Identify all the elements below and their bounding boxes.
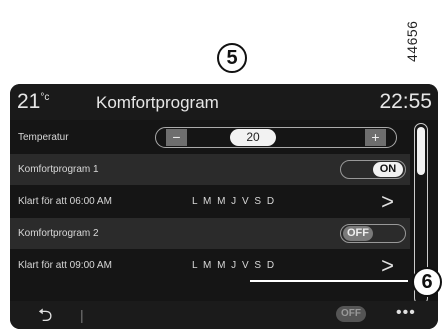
weekdays-2: L M M J V S D: [192, 260, 276, 271]
decrease-button[interactable]: −: [166, 129, 187, 146]
chevron-right-icon[interactable]: >: [381, 189, 394, 215]
ready-time-1-row[interactable]: Klart för att 06:00 AM L M M J V S D >: [10, 186, 410, 217]
toggle-knob: ON: [373, 162, 403, 177]
chevron-right-icon[interactable]: >: [381, 253, 394, 279]
temperature-label: Temperatur: [18, 132, 69, 143]
callout-days: 6: [412, 267, 442, 297]
page-title: Komfortprogram: [96, 93, 219, 112]
scrollbar-thumb[interactable]: [417, 127, 425, 175]
bottom-toggle[interactable]: OFF: [336, 306, 366, 322]
comfort-program-1-row[interactable]: Komfortprogram 1 ON: [10, 154, 410, 185]
clock: 22:55: [379, 90, 432, 113]
comfort-program-2-row[interactable]: Komfortprogram 2 OFF: [10, 218, 410, 249]
outside-temperature-value: 21: [17, 90, 41, 113]
toggle-knob: OFF: [343, 226, 373, 241]
back-icon[interactable]: ⮌: [38, 303, 52, 329]
more-options-icon[interactable]: •••: [396, 304, 416, 322]
temperature-stepper[interactable]: − 20 +: [155, 127, 397, 148]
header-bar: 21°c Komfortprogram 22:55: [10, 84, 438, 120]
increase-button[interactable]: +: [365, 129, 386, 146]
comfort-program-screen: 21°c Komfortprogram 22:55 Temperatur − 2…: [10, 84, 438, 329]
ready-time-1-label: Klart för att 06:00 AM: [18, 196, 112, 207]
comfort-program-1-label: Komfortprogram 1: [18, 164, 99, 175]
document-id: 44656: [404, 20, 420, 62]
weekdays-1: L M M J V S D: [192, 196, 276, 207]
bottom-bar: ⮌ | OFF •••: [10, 301, 438, 329]
ready-time-2-label: Klart för att 09:00 AM: [18, 260, 112, 271]
divider: |: [80, 307, 84, 323]
comfort-program-2-toggle[interactable]: OFF: [340, 224, 406, 243]
comfort-program-2-label: Komfortprogram 2: [18, 228, 99, 239]
callout-temperature: 5: [217, 43, 247, 73]
temperature-value: 20: [230, 129, 276, 146]
leader-line-days: [250, 280, 408, 282]
comfort-program-1-toggle[interactable]: ON: [340, 160, 406, 179]
outside-temperature: 21°c: [17, 90, 49, 114]
temperature-unit: °c: [40, 92, 50, 103]
ready-time-2-row[interactable]: Klart för att 09:00 AM L M M J V S D >: [10, 250, 410, 281]
temperature-row: Temperatur − 20 +: [10, 122, 410, 153]
